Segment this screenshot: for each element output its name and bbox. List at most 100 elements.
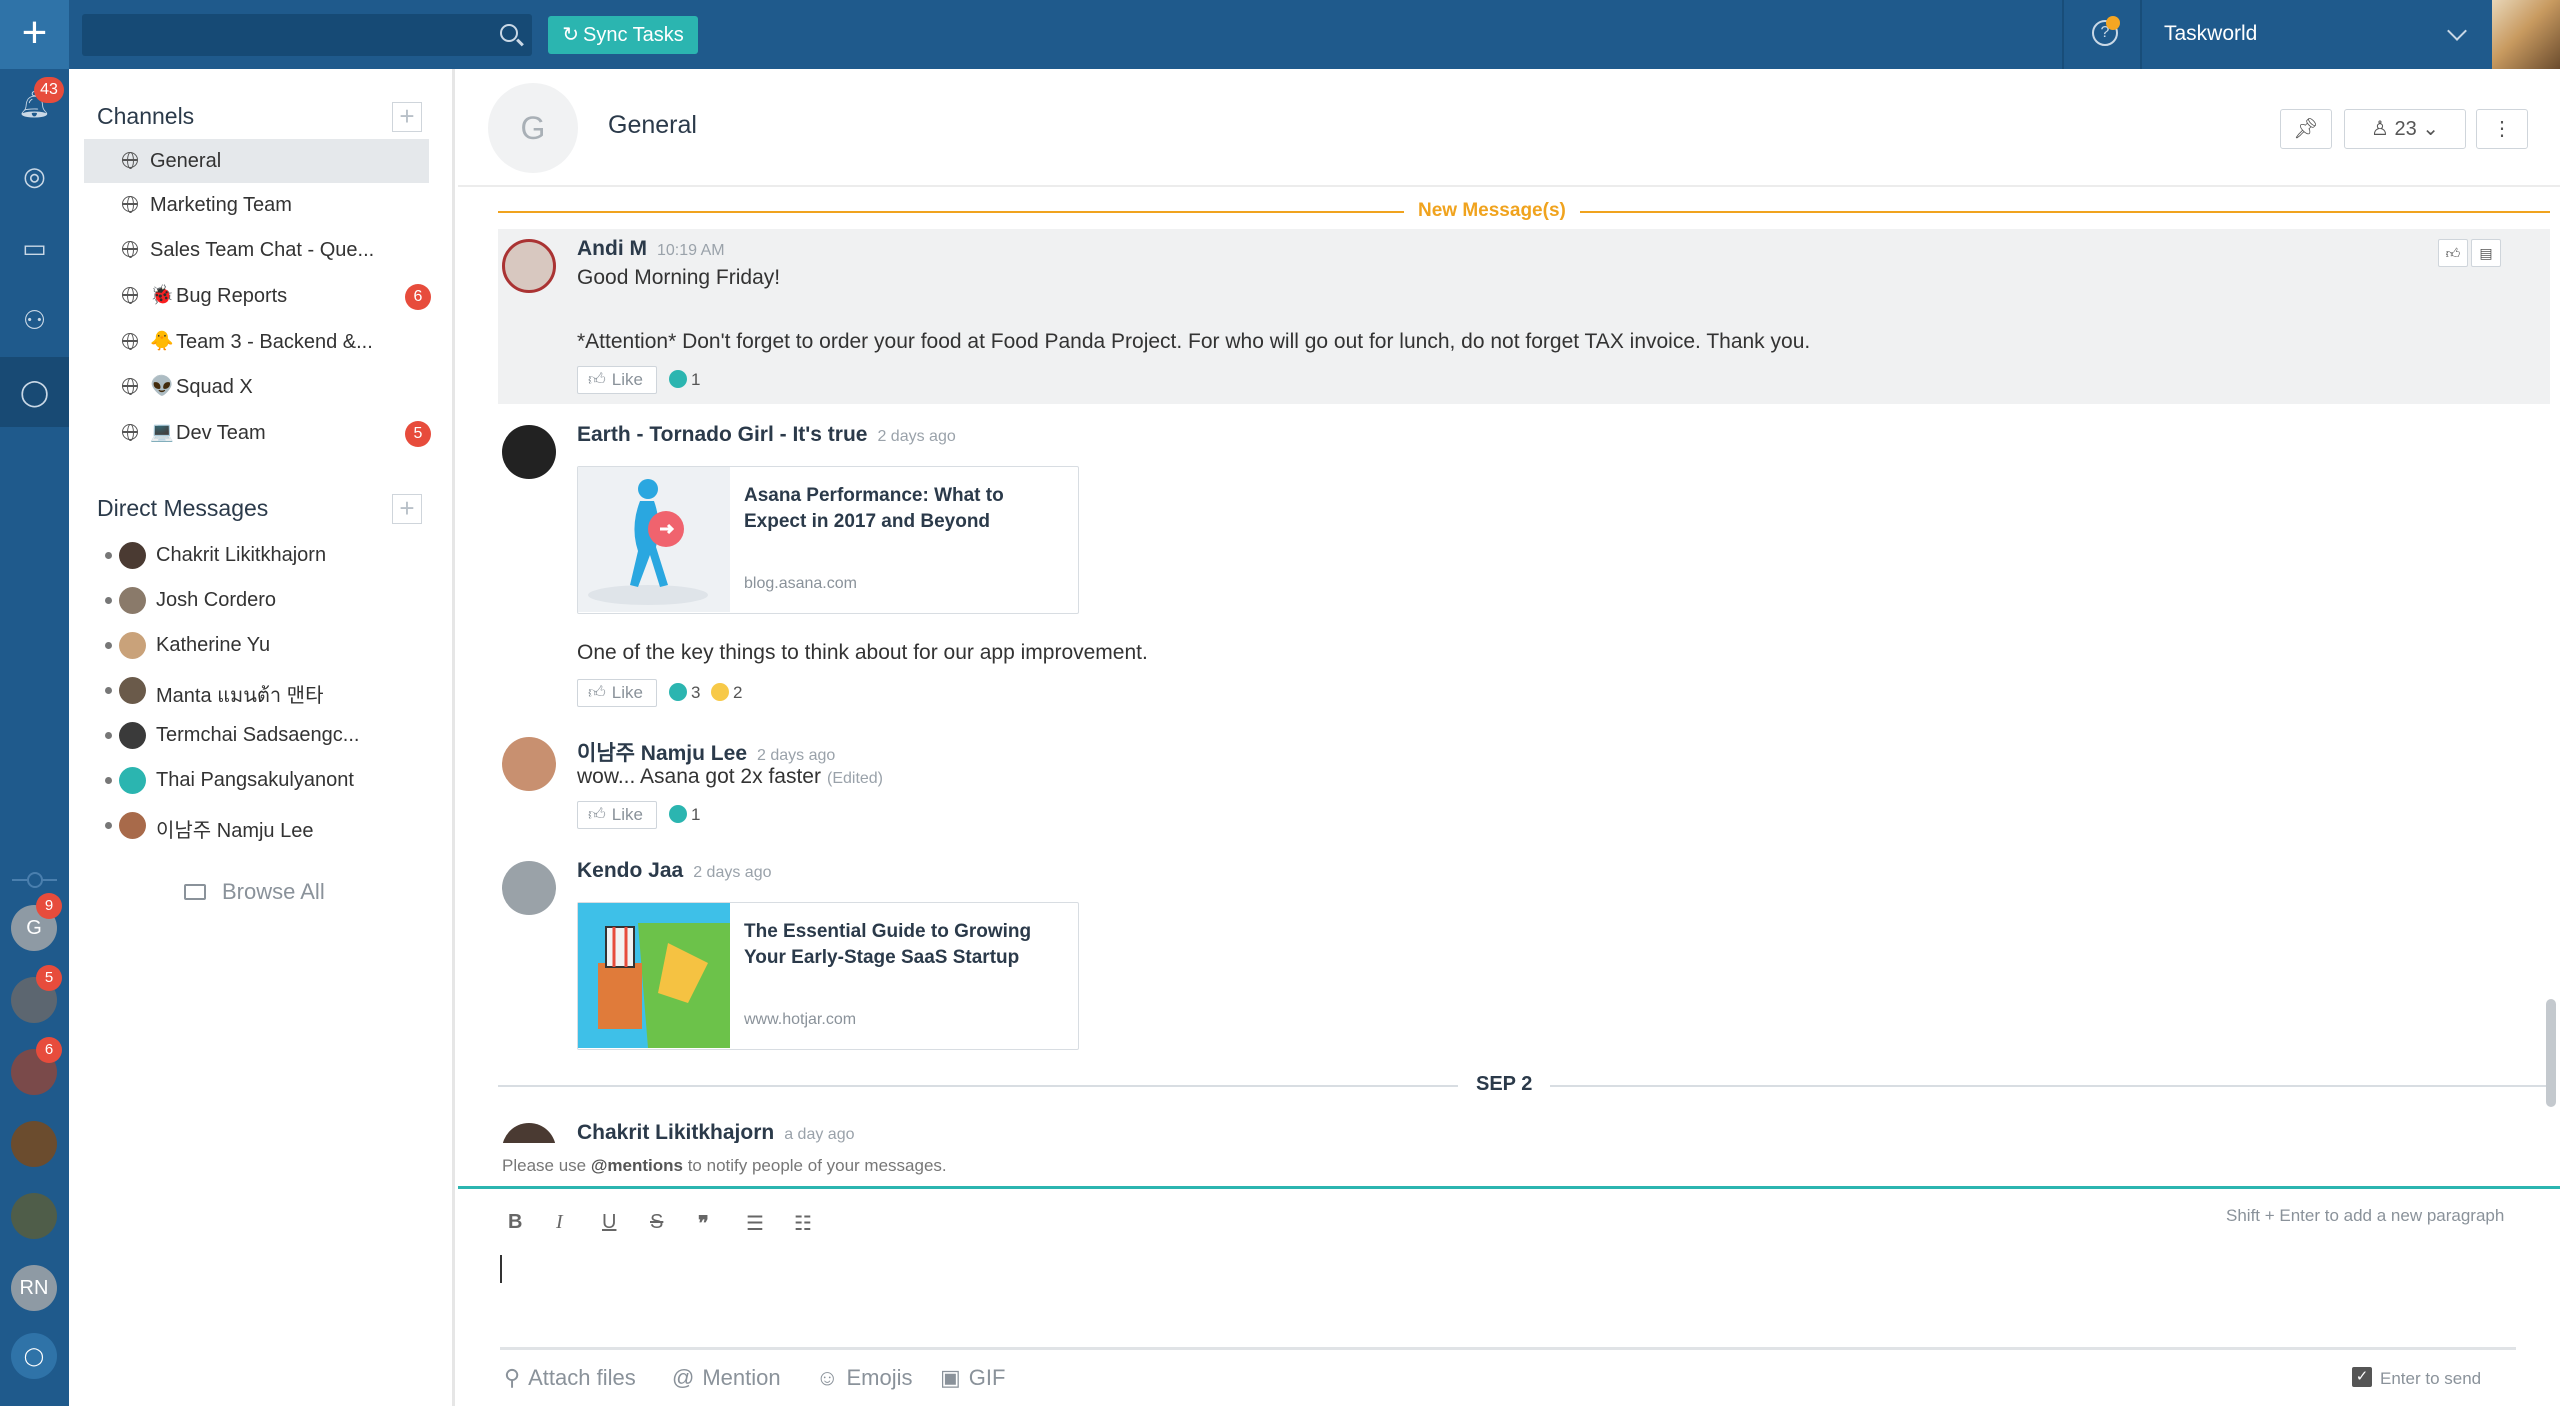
channel-header: G General 📌︎ ♙ 23 ⌄ ⋮ — [458, 69, 2560, 187]
create-new-button[interactable]: + — [0, 0, 69, 69]
reaction-count[interactable]: 1 — [669, 805, 700, 825]
help-notification-dot — [2106, 16, 2120, 30]
search-input[interactable] — [82, 14, 532, 56]
more-options-button[interactable]: ⋮ — [2476, 109, 2528, 149]
like-button[interactable]: 👍︎ Like — [577, 679, 657, 707]
bullet-list-icon[interactable]: ☰ — [746, 1211, 764, 1236]
dm-item[interactable]: Katherine Yu — [105, 623, 425, 667]
avatar[interactable] — [502, 1123, 556, 1143]
reaction-count[interactable]: 3 — [669, 683, 700, 703]
italic-icon[interactable]: I — [556, 1211, 563, 1234]
link-preview-card[interactable]: The Essential Guide to Growing Your Earl… — [577, 902, 1079, 1050]
quote-icon[interactable]: ❞ — [698, 1211, 709, 1236]
dm-item[interactable]: 이남주 Namju Lee — [105, 803, 425, 847]
add-dm-button[interactable]: + — [392, 494, 422, 524]
sync-tasks-button[interactable]: ↻ Sync Tasks — [548, 16, 698, 54]
bold-icon[interactable]: B — [508, 1211, 522, 1234]
mention-label: Mention — [702, 1365, 781, 1390]
globe-icon — [122, 287, 138, 304]
message-text: wow... Asana got 2x faster (Edited) — [577, 765, 883, 789]
like-button[interactable]: 👍︎ Like — [577, 366, 657, 394]
channel-item-bug-reports[interactable]: 🐞 Bug Reports 6 — [84, 274, 431, 318]
date-separator-label: SEP 2 — [1458, 1073, 1551, 1096]
link-title[interactable]: The Essential Guide to Growing Your Earl… — [744, 919, 1054, 971]
numbered-list-icon[interactable]: ☷ — [794, 1211, 812, 1236]
browse-all-button[interactable]: Browse All — [184, 879, 325, 905]
link-domain: www.hotjar.com — [744, 1011, 857, 1028]
channel-item-team3[interactable]: 🐥 Team 3 - Backend &... — [84, 320, 429, 364]
dm-item[interactable]: Termchai Sadsaengc... — [105, 713, 425, 757]
enter-to-send-toggle[interactable]: ✓ Enter to send — [2352, 1367, 2482, 1389]
reaction-count[interactable]: 2 — [711, 683, 742, 703]
message-author[interactable]: Andi M 10:19 AM — [577, 237, 725, 261]
link-title[interactable]: Asana Performance: What to Expect in 201… — [744, 483, 1054, 535]
dm-item[interactable]: Manta แมนต้า 맨타 — [105, 668, 425, 712]
message-author[interactable]: Chakrit Likitkhajorn a day ago — [577, 1121, 854, 1143]
avatar[interactable] — [502, 239, 556, 293]
message-author[interactable]: 이남주 Namju Lee 2 days ago — [577, 737, 835, 767]
chat-button[interactable]: ◯ — [0, 357, 69, 427]
avatar[interactable] — [502, 425, 556, 479]
enter-to-send-label: Enter to send — [2380, 1369, 2482, 1388]
notifications-button[interactable]: 🔔︎ 43 — [0, 69, 69, 139]
mention-button[interactable]: @ Mention — [672, 1365, 781, 1391]
chat-main: G General 📌︎ ♙ 23 ⌄ ⋮ New Message(s) And… — [458, 69, 2560, 1406]
chat-icon[interactable]: ◯ — [11, 1333, 57, 1379]
search-icon[interactable] — [500, 24, 518, 42]
hint-text: Please use — [502, 1156, 591, 1175]
avatar[interactable] — [502, 737, 556, 791]
messages-scrollbar[interactable] — [2546, 999, 2556, 1107]
workspace-name[interactable]: Taskworld — [2164, 22, 2257, 46]
like-button[interactable]: 👍︎ Like — [577, 801, 657, 829]
dm-item[interactable]: Chakrit Likitkhajorn — [105, 533, 425, 577]
direct-messages-title: Direct Messages — [97, 495, 269, 521]
alien-icon: 👽 — [150, 376, 174, 397]
chevron-down-icon[interactable] — [2447, 21, 2467, 41]
channel-item-dev-team[interactable]: 💻 Dev Team 5 — [84, 411, 431, 455]
channel-item-general[interactable]: General — [84, 139, 429, 183]
add-channel-button[interactable]: + — [392, 102, 422, 132]
gif-button[interactable]: ▣ GIF — [940, 1365, 1005, 1391]
people-button[interactable]: ⚇ — [0, 285, 69, 355]
projects-button[interactable]: ▭ — [0, 213, 69, 283]
unread-badge: 5 — [405, 421, 431, 447]
channel-label: General — [150, 150, 222, 172]
channel-item-squad-x[interactable]: 👽 Squad X — [84, 365, 429, 409]
top-bar: + ↻ Sync Tasks ? Taskworld — [0, 0, 2560, 69]
reaction-count[interactable]: 1 — [669, 370, 700, 390]
sync-tasks-label: Sync Tasks — [582, 24, 684, 46]
attach-files-button[interactable]: ⚲ Attach files — [504, 1365, 636, 1391]
edited-label: (Edited) — [826, 770, 884, 787]
clipboard-icon[interactable]: ▤ — [2471, 239, 2501, 267]
workspace-avatar[interactable]: RN — [11, 1265, 57, 1311]
pin-button[interactable]: 📌︎ — [2280, 109, 2332, 149]
smiley-icon: ☺ — [816, 1365, 839, 1390]
message-author[interactable]: Kendo Jaa 2 days ago — [577, 859, 771, 883]
thumbs-up-icon[interactable]: 👍︎ — [2438, 239, 2468, 267]
underline-icon[interactable]: U — [602, 1211, 616, 1234]
dashboard-button[interactable]: ◎ — [0, 141, 69, 211]
message-tools: 👍︎ ▤ — [2438, 239, 2504, 267]
avatar[interactable] — [502, 861, 556, 915]
globe-icon — [122, 378, 138, 395]
members-count: 23 — [2394, 118, 2417, 140]
user-avatar[interactable] — [2492, 0, 2560, 69]
emojis-button[interactable]: ☺ Emojis — [816, 1365, 912, 1391]
message-input[interactable] — [500, 1255, 502, 1283]
members-button[interactable]: ♙ 23 ⌄ — [2344, 109, 2466, 149]
dm-item[interactable]: Thai Pangsakulyanont — [105, 758, 425, 802]
message-author[interactable]: Earth - Tornado Girl - It's true 2 days a… — [577, 423, 956, 447]
avatar — [119, 632, 146, 659]
reaction-number: 1 — [691, 805, 701, 824]
thumbs-up-icon — [669, 370, 687, 388]
list-icon — [184, 884, 206, 900]
checkbox-checked-icon[interactable]: ✓ — [2352, 1367, 2372, 1387]
workspace-avatar[interactable] — [11, 1121, 57, 1167]
browse-all-label: Browse All — [222, 879, 325, 904]
link-preview-card[interactable]: Asana Performance: What to Expect in 201… — [577, 466, 1079, 614]
channel-item-sales[interactable]: Sales Team Chat - Que... — [84, 228, 429, 272]
workspace-avatar[interactable] — [11, 1193, 57, 1239]
strikethrough-icon[interactable]: S — [650, 1211, 663, 1234]
dm-item[interactable]: Josh Cordero — [105, 578, 425, 622]
channel-item-marketing[interactable]: Marketing Team — [84, 183, 429, 227]
